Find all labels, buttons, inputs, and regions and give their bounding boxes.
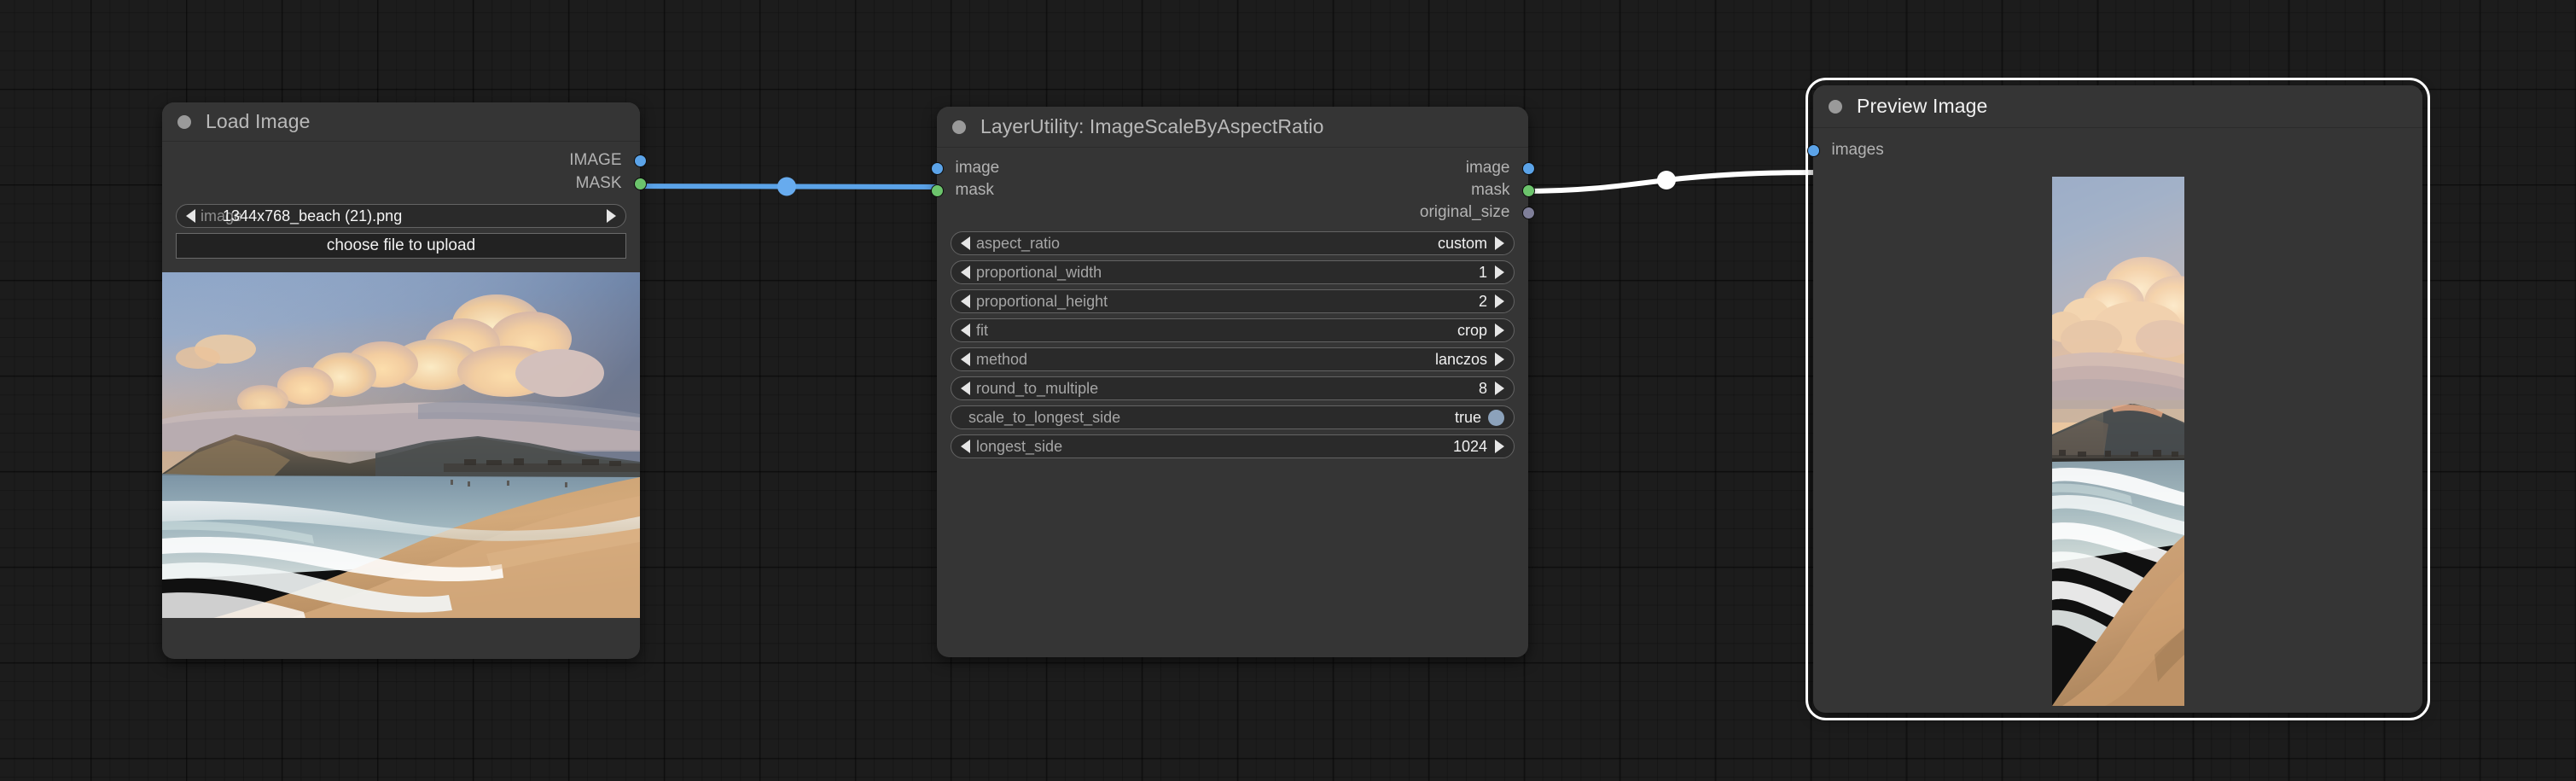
decrement-arrow-icon[interactable] bbox=[961, 323, 970, 337]
increment-arrow-icon[interactable] bbox=[607, 209, 616, 223]
output-slot-label: IMAGE bbox=[569, 151, 622, 169]
image-preview-thumbnail[interactable] bbox=[2051, 177, 2184, 706]
widget-proportional-height[interactable]: proportional_height 2 bbox=[951, 289, 1515, 313]
slot-row: MASK bbox=[162, 173, 647, 199]
widget-label: proportional_height bbox=[976, 292, 1108, 310]
collapse-dot-icon[interactable] bbox=[952, 119, 966, 134]
node-body: images bbox=[1806, 128, 2422, 706]
collapse-dot-icon[interactable] bbox=[177, 114, 191, 129]
increment-arrow-icon[interactable] bbox=[1495, 236, 1504, 250]
increment-arrow-icon[interactable] bbox=[1495, 323, 1504, 337]
widget-scale-to-longest-side[interactable]: scale_to_longest_side true bbox=[951, 405, 1515, 429]
node-title-bar[interactable]: Load Image bbox=[162, 102, 640, 142]
slot-dot-icon[interactable] bbox=[1521, 184, 1535, 197]
slot-dot-icon[interactable] bbox=[930, 161, 944, 175]
widget-proportional-width[interactable]: proportional_width 1 bbox=[951, 260, 1515, 284]
input-slot-image[interactable]: image bbox=[930, 158, 1000, 178]
slot-row: IMAGE bbox=[162, 150, 647, 173]
input-slot-label: image bbox=[955, 159, 1000, 177]
node-title-label: Preview Image bbox=[1857, 95, 1988, 117]
image-preview-thumbnail[interactable] bbox=[162, 272, 640, 618]
widget-longest-side[interactable]: longest_side 1024 bbox=[951, 434, 1515, 458]
decrement-arrow-icon[interactable] bbox=[961, 265, 970, 279]
link-midpoint-dot bbox=[1657, 171, 1676, 189]
widget-value: 2 bbox=[1478, 292, 1487, 310]
node-image-scale-by-aspect-ratio[interactable]: LayerUtility: ImageScaleByAspectRatio im… bbox=[930, 107, 1535, 657]
widget-value: 8 bbox=[1478, 379, 1487, 397]
widget-fit[interactable]: fit crop bbox=[951, 318, 1515, 342]
slot-row: image image bbox=[930, 158, 1535, 180]
widget-value: crop bbox=[1457, 321, 1487, 339]
link-scale-to-preview[interactable] bbox=[1518, 170, 1823, 194]
output-slot-original-size[interactable]: original_size bbox=[1419, 202, 1535, 223]
increment-arrow-icon[interactable] bbox=[1495, 294, 1504, 308]
output-slot-mask[interactable]: mask bbox=[1471, 180, 1535, 201]
slot-dot-icon[interactable] bbox=[930, 184, 944, 197]
slot-row: images bbox=[1806, 140, 2422, 166]
increment-arrow-icon[interactable] bbox=[1495, 353, 1504, 366]
widget-label: scale_to_longest_side bbox=[968, 408, 1121, 426]
upload-button-label: choose file to upload bbox=[326, 236, 476, 254]
widget-aspect-ratio[interactable]: aspect_ratio custom bbox=[951, 231, 1515, 255]
widget-label: round_to_multiple bbox=[976, 379, 1099, 397]
node-title-bar[interactable]: LayerUtility: ImageScaleByAspectRatio bbox=[937, 107, 1528, 148]
output-slot-mask[interactable]: MASK bbox=[575, 173, 647, 194]
node-body: image image mask mask original_size aspe… bbox=[930, 148, 1535, 458]
decrement-arrow-icon[interactable] bbox=[961, 353, 970, 366]
widget-value: 1344x768_beach (21).png bbox=[223, 207, 403, 224]
widget-value: lanczos bbox=[1434, 350, 1487, 368]
widget-value: 1024 bbox=[1452, 437, 1487, 455]
input-slot-label: images bbox=[1831, 141, 1884, 159]
node-preview-image[interactable]: Preview Image images bbox=[1806, 78, 2430, 720]
output-slot-label: MASK bbox=[575, 174, 622, 192]
decrement-arrow-icon[interactable] bbox=[186, 209, 195, 223]
input-slot-label: mask bbox=[955, 181, 994, 199]
widget-value: custom bbox=[1437, 234, 1487, 252]
node-title-label: Load Image bbox=[206, 110, 311, 132]
choose-file-to-upload-button[interactable]: choose file to upload bbox=[176, 233, 626, 259]
slot-dot-icon[interactable] bbox=[1521, 161, 1535, 175]
output-slot-label: image bbox=[1465, 159, 1510, 177]
increment-arrow-icon[interactable] bbox=[1495, 382, 1504, 395]
slot-dot-icon[interactable] bbox=[633, 154, 647, 167]
slot-row: original_size bbox=[937, 202, 1535, 226]
slot-dot-icon[interactable] bbox=[1521, 206, 1535, 219]
slot-dot-icon[interactable] bbox=[1806, 143, 1820, 157]
node-graph-canvas[interactable]: Load Image IMAGE MASK image 1344x768_bea… bbox=[0, 0, 2576, 781]
collapse-dot-icon[interactable] bbox=[1829, 99, 1842, 114]
slot-row: mask mask bbox=[930, 180, 1535, 202]
image-preview-wrap bbox=[1813, 177, 2422, 706]
output-slot-label: mask bbox=[1471, 181, 1510, 199]
link-image-to-scale[interactable] bbox=[625, 177, 952, 196]
widget-label: proportional_width bbox=[976, 263, 1102, 281]
decrement-arrow-icon[interactable] bbox=[961, 440, 970, 453]
decrement-arrow-icon[interactable] bbox=[961, 236, 970, 250]
node-body: IMAGE MASK image 1344x768_beach (21).png… bbox=[162, 142, 647, 618]
increment-arrow-icon[interactable] bbox=[1495, 265, 1504, 279]
widget-label: fit bbox=[976, 321, 989, 339]
input-slot-images[interactable]: images bbox=[1806, 140, 1884, 160]
slot-dot-icon[interactable] bbox=[633, 177, 647, 190]
output-slot-image[interactable]: image bbox=[1465, 158, 1535, 178]
image-preview-wrap bbox=[162, 272, 640, 618]
widget-label: method bbox=[976, 350, 1028, 368]
node-title-bar[interactable]: Preview Image bbox=[1813, 85, 2422, 128]
decrement-arrow-icon[interactable] bbox=[961, 382, 970, 395]
node-load-image[interactable]: Load Image IMAGE MASK image 1344x768_bea… bbox=[162, 102, 647, 659]
link-midpoint-dot bbox=[777, 177, 796, 196]
widget-method[interactable]: method lanczos bbox=[951, 347, 1515, 371]
increment-arrow-icon[interactable] bbox=[1495, 440, 1504, 453]
widget-label: aspect_ratio bbox=[976, 234, 1061, 252]
node-title-label: LayerUtility: ImageScaleByAspectRatio bbox=[980, 115, 1324, 137]
widget-value: 1 bbox=[1478, 263, 1487, 281]
output-slot-image[interactable]: IMAGE bbox=[569, 150, 647, 171]
input-slot-mask[interactable]: mask bbox=[930, 180, 994, 201]
output-slot-label: original_size bbox=[1419, 203, 1510, 221]
widget-value: true bbox=[1454, 408, 1481, 426]
decrement-arrow-icon[interactable] bbox=[961, 294, 970, 308]
widget-round-to-multiple[interactable]: round_to_multiple 8 bbox=[951, 376, 1515, 400]
widget-label: longest_side bbox=[976, 437, 1063, 455]
toggle-knob-icon[interactable] bbox=[1488, 409, 1504, 426]
widget-image-filename[interactable]: image 1344x768_beach (21).png bbox=[176, 204, 626, 228]
